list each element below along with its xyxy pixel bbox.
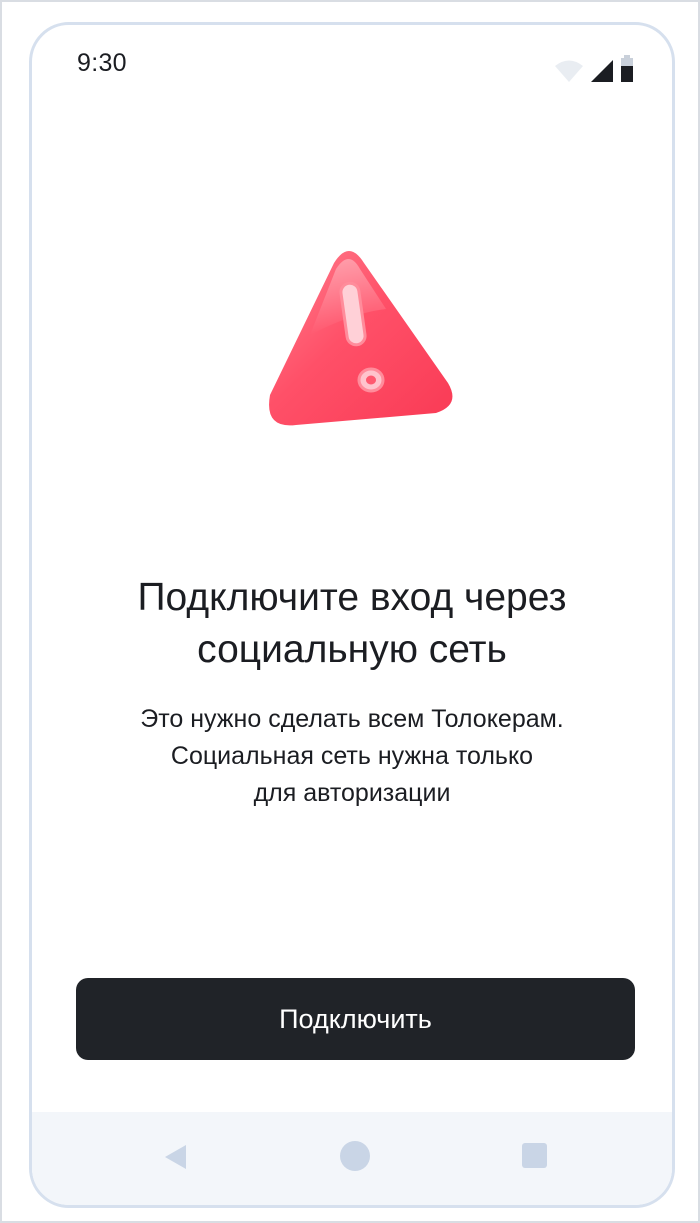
navigation-bar (32, 1112, 672, 1205)
description-text: Это нужно сделать всем Толокерам. Социал… (32, 701, 672, 812)
battery-icon (621, 55, 633, 82)
description-line-3: для авторизации (253, 779, 451, 807)
recents-icon[interactable] (522, 1143, 547, 1168)
connect-button[interactable]: Подключить (76, 978, 635, 1060)
warning-triangle-icon (269, 251, 453, 426)
phone-screen: 9:30 Подключите вход через социальную се… (29, 22, 675, 1208)
wifi-icon (555, 60, 583, 82)
status-time: 9:30 (77, 49, 127, 77)
back-icon[interactable] (164, 1144, 188, 1170)
page-title-line-1: Подключите вход через (137, 576, 567, 619)
description-line-2: Социальная сеть нужна только (170, 742, 534, 770)
page-title-line-2: социальную сеть (197, 628, 507, 671)
status-bar: 9:30 (32, 25, 672, 105)
description-line-1: Это нужно сделать всем Толокерам. (140, 705, 564, 733)
home-icon[interactable] (340, 1141, 370, 1171)
screen-frame: 9:30 Подключите вход через социальную се… (0, 0, 700, 1223)
cellular-signal-icon (591, 60, 613, 82)
page-title: Подключите вход через социальную сеть (32, 572, 672, 676)
status-icons (554, 55, 634, 83)
